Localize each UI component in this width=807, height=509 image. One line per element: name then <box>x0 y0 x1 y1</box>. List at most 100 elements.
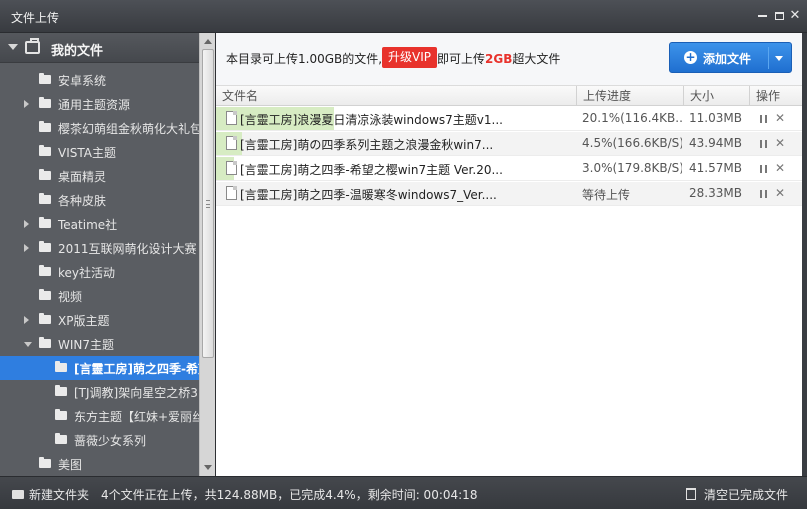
file-name: [言靈工房]萌の四季系列主题之浪漫金秋win7... <box>240 138 494 152</box>
plus-circle-icon: + <box>684 50 697 64</box>
folder-label: WIN7主题 <box>58 338 115 352</box>
pause-icon[interactable] <box>760 115 767 123</box>
sidebar-folder-item[interactable]: 通用主题资源 <box>0 92 199 116</box>
scroll-down-icon[interactable] <box>204 465 212 470</box>
table-header: 文件名 上传进度 大小 操作 <box>216 86 802 106</box>
sidebar-folder-item[interactable]: 东方主题【红妹+爱丽丝 <box>0 404 199 428</box>
add-file-label: 添加文件 <box>703 52 752 66</box>
folder-label: 东方主题【红妹+爱丽丝 <box>74 410 199 424</box>
status-bar: 新建文件夹 4个文件正在上传，共124.88MB，已完成4.4%，剩余时间: 0… <box>0 476 807 509</box>
vip-benefit-text: 即可上传2GB超大文件 <box>437 50 560 67</box>
folder-label: 蔷薇少女系列 <box>74 434 147 448</box>
sidebar-folder-item[interactable]: key社活动 <box>0 260 199 284</box>
briefcase-icon <box>25 38 40 54</box>
title-bar: 文件上传 ✕ <box>0 0 807 33</box>
sidebar-folder-item[interactable]: 樱茶幻萌组金秋萌化大礼包 <box>0 116 199 140</box>
chevron-right-icon[interactable] <box>24 316 29 324</box>
file-icon <box>226 136 237 150</box>
sidebar-folder-item[interactable]: [TJ调教]架向星空之桥3 <box>0 380 199 404</box>
folder-label: 樱茶幻萌组金秋萌化大礼包 <box>58 122 199 136</box>
file-size: 41.57MB <box>689 161 742 175</box>
column-header-progress[interactable]: 上传进度 <box>577 86 684 106</box>
folder-label: 桌面精灵 <box>58 170 107 184</box>
folder-icon <box>39 337 51 348</box>
folder-label: VISTA主题 <box>58 146 116 160</box>
add-file-button[interactable]: + 添加文件 <box>669 42 792 73</box>
sidebar-folder-item[interactable]: 桌面精灵 <box>0 164 199 188</box>
file-name: [言靈工房]萌之四季-温暖寒冬windows7_Ver.... <box>240 188 497 202</box>
upload-row[interactable]: [言靈工房]萌の四季系列主题之浪漫金秋win7... 4.5%(166.6KB/S… <box>216 132 802 156</box>
scrollbar-thumb[interactable] <box>202 49 214 358</box>
column-header-size[interactable]: 大小 <box>684 86 750 106</box>
minimize-button[interactable] <box>753 6 771 26</box>
maximize-icon <box>774 11 784 20</box>
sidebar-folder-item[interactable]: 蔷薇少女系列 <box>0 428 199 452</box>
caret-down-icon[interactable] <box>775 56 783 61</box>
folder-icon <box>39 241 51 252</box>
folder-label: 视频 <box>58 290 83 304</box>
folder-label: key社活动 <box>58 266 116 280</box>
folder-label: [TJ调教]架向星空之桥3 <box>74 386 198 400</box>
folder-icon <box>39 145 51 156</box>
upload-row[interactable]: [言靈工房]萌之四季-希望之樱win7主题 Ver.20... 3.0%(179.… <box>216 157 802 181</box>
folder-label: 安卓系统 <box>58 74 107 88</box>
folder-icon <box>39 289 51 300</box>
upload-limit-text: 本目录可上传1.00GB的文件, <box>226 52 383 66</box>
sidebar-folder-item[interactable]: WIN7主题 <box>0 332 199 356</box>
folder-icon <box>39 265 51 276</box>
sidebar-scrollbar[interactable] <box>199 33 215 476</box>
sidebar-folder-item[interactable]: XP版主题 <box>0 308 199 332</box>
upload-panel: 本目录可上传1.00GB的文件, 升级VIP 即可上传2GB超大文件 + 添加文… <box>216 33 802 476</box>
sidebar-folder-item[interactable]: 安卓系统 <box>0 68 199 92</box>
folder-icon <box>39 313 51 324</box>
folder-icon <box>55 385 67 396</box>
file-size: 28.33MB <box>689 186 742 200</box>
folder-icon <box>39 169 51 180</box>
folder-icon <box>39 97 51 108</box>
remove-icon[interactable]: ✕ <box>774 135 786 151</box>
folder-label: 美图 <box>58 458 83 472</box>
upgrade-vip-button[interactable]: 升级VIP <box>382 47 437 68</box>
chevron-down-icon[interactable] <box>24 342 32 347</box>
clear-completed-label: 清空已完成文件 <box>704 488 789 502</box>
column-header-actions: 操作 <box>756 89 781 103</box>
sidebar-folder-item[interactable]: VISTA主题 <box>0 140 199 164</box>
sidebar-folder-item[interactable]: 2011互联网萌化设计大赛 <box>0 236 199 260</box>
expand-arrow-icon[interactable] <box>8 44 18 50</box>
folder-icon <box>39 217 51 228</box>
pause-icon[interactable] <box>760 140 767 148</box>
upload-row[interactable]: [言靈工房]浪漫夏日清凉泳装windows7主题v1... 20.1%(116.4… <box>216 107 802 131</box>
close-button[interactable]: ✕ <box>786 6 804 26</box>
folder-icon <box>39 193 51 204</box>
upload-row[interactable]: [言靈工房]萌之四季-温暖寒冬windows7_Ver.... 等待上传 28.33… <box>216 182 802 206</box>
chevron-right-icon[interactable] <box>24 220 29 228</box>
folder-icon <box>55 409 67 420</box>
scroll-up-icon[interactable] <box>204 39 212 44</box>
pause-icon[interactable] <box>760 165 767 173</box>
file-icon <box>226 161 237 175</box>
remove-icon[interactable]: ✕ <box>774 185 786 201</box>
pause-icon[interactable] <box>760 190 767 198</box>
upload-progress-text: 等待上传 <box>582 188 631 202</box>
folder-icon <box>55 361 67 372</box>
sidebar-folder-item[interactable]: 各种皮肤 <box>0 188 199 212</box>
minimize-icon <box>757 14 767 17</box>
remove-icon[interactable]: ✕ <box>774 110 786 126</box>
remove-icon[interactable]: ✕ <box>774 160 786 176</box>
upload-progress-text: 3.0%(179.8KB/S) <box>582 161 682 175</box>
sidebar-root-label: 我的文件 <box>51 44 104 59</box>
folder-icon <box>55 433 67 444</box>
file-size: 43.94MB <box>689 136 742 150</box>
sidebar-folder-item[interactable]: Teatime社 <box>0 212 199 236</box>
folder-label: [言靈工房]萌之四季-希望 <box>74 362 199 376</box>
sidebar-folder-item[interactable]: [言靈工房]萌之四季-希望 <box>0 356 199 380</box>
grip-icon <box>206 200 210 208</box>
column-header-filename[interactable]: 文件名 <box>216 86 577 106</box>
sidebar-folder-item[interactable]: 视频 <box>0 284 199 308</box>
folder-sidebar: 我的文件 安卓系统通用主题资源樱茶幻萌组金秋萌化大礼包 VISTA主题 桌面精灵各种… <box>0 33 216 476</box>
chevron-right-icon[interactable] <box>24 100 29 108</box>
sidebar-folder-item[interactable]: 美图 <box>0 452 199 476</box>
folder-icon <box>39 73 51 84</box>
sidebar-root-my-files[interactable]: 我的文件 <box>0 33 199 63</box>
chevron-right-icon[interactable] <box>24 244 29 252</box>
